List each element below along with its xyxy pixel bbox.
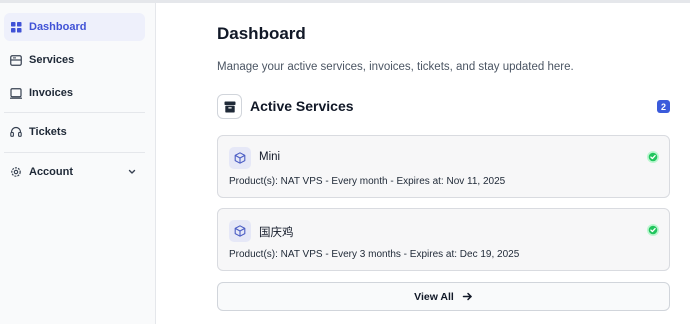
check-circle-icon — [647, 224, 659, 236]
service-card[interactable]: 国庆鸡 Product(s): NAT VPS - Every 3 months… — [217, 208, 670, 271]
sidebar-item-services[interactable]: Services — [4, 46, 145, 74]
dashboard-grid-icon — [10, 21, 22, 33]
sidebar-item-label: Services — [29, 54, 75, 66]
headset-icon — [10, 126, 22, 138]
service-name: 国庆鸡 — [259, 227, 294, 239]
service-details: Product(s): NAT VPS - Every 3 months - E… — [229, 249, 520, 260]
service-name: Mini — [259, 151, 281, 163]
section-title: Active Services — [250, 98, 354, 114]
page-subtitle: Manage your active services, invoices, t… — [217, 61, 574, 73]
active-services-header: Active Services 2 — [217, 94, 670, 120]
page-title: Dashboard — [217, 24, 306, 43]
sidebar-item-label: Tickets — [29, 126, 67, 138]
invoice-icon — [10, 87, 22, 99]
sidebar-item-dashboard[interactable]: Dashboard — [4, 13, 145, 41]
sidebar-item-label: Invoices — [29, 87, 74, 99]
view-all-label: View All — [414, 290, 454, 303]
service-details: Product(s): NAT VPS - Every month - Expi… — [229, 176, 506, 187]
sidebar-item-invoices[interactable]: Invoices — [4, 79, 145, 107]
sidebar-divider — [4, 152, 145, 153]
server-icon — [10, 54, 22, 66]
sidebar-item-account[interactable]: Account — [4, 158, 145, 186]
check-circle-icon — [647, 151, 659, 163]
view-all-button[interactable]: View All — [217, 282, 670, 311]
services-count-badge: 2 — [657, 100, 670, 113]
gear-icon — [10, 166, 22, 178]
service-card[interactable]: Mini Product(s): NAT VPS - Every month -… — [217, 135, 670, 198]
sidebar-divider — [4, 112, 145, 113]
sidebar-item-label: Account — [29, 166, 73, 178]
archive-box-icon — [217, 94, 242, 119]
sidebar-item-tickets[interactable]: Tickets — [4, 118, 145, 146]
sidebar: Dashboard Services Invoices Tickets Acco… — [0, 3, 156, 324]
arrow-right-icon — [462, 291, 473, 302]
cube-icon — [229, 147, 251, 169]
cube-icon — [229, 220, 251, 242]
sidebar-item-label: Dashboard — [29, 21, 87, 33]
chevron-down-icon[interactable] — [127, 167, 137, 177]
